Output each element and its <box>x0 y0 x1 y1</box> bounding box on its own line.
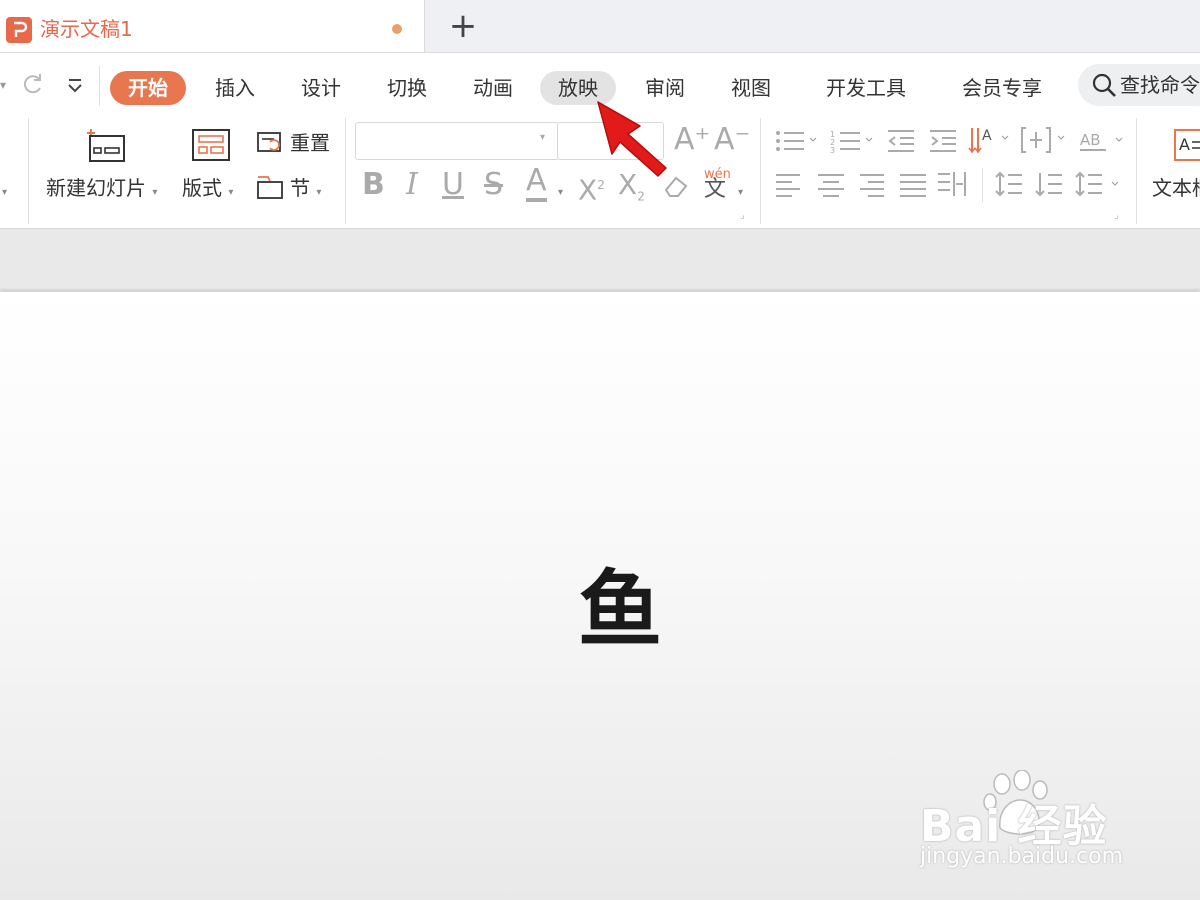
pinyin-guide-button[interactable]: 文 <box>704 178 726 202</box>
italic-icon[interactable]: I <box>406 168 418 202</box>
shrink-font-button[interactable]: A⁻ <box>714 122 750 158</box>
workspace-background <box>0 229 1200 291</box>
decrease-indent-icon[interactable] <box>886 128 916 154</box>
divider <box>28 118 29 224</box>
tab-design[interactable]: 设计 <box>298 71 344 105</box>
svg-text:3: 3 <box>830 146 835 154</box>
align-text-icon[interactable] <box>1020 124 1070 156</box>
divider <box>1136 118 1137 224</box>
chevron-down-icon[interactable]: ▾ <box>558 180 563 199</box>
tab-transitions[interactable]: 切换 <box>384 71 430 105</box>
chevron-down-icon[interactable]: ▾ <box>540 132 545 143</box>
tab-view[interactable]: 视图 <box>728 71 774 105</box>
font-dialog-launcher-icon[interactable]: ⌟ <box>740 210 745 221</box>
justify-icon[interactable] <box>898 172 928 198</box>
increase-indent-icon[interactable] <box>928 128 958 154</box>
chevron-down-icon[interactable]: ▾ <box>738 180 743 199</box>
align-center-icon[interactable] <box>816 172 846 198</box>
tab-animations[interactable]: 动画 <box>470 71 516 105</box>
svg-text:A: A <box>982 128 992 144</box>
svg-text:AB: AB <box>1080 131 1101 149</box>
new-tab-button[interactable]: + <box>440 6 486 48</box>
font-name-field[interactable] <box>355 122 559 160</box>
divider <box>99 66 100 106</box>
strikethrough-icon[interactable]: S <box>484 168 503 202</box>
reset-button[interactable]: 重置 <box>290 130 330 156</box>
divider <box>345 118 346 224</box>
section-button[interactable]: 节 ▾ <box>290 175 321 206</box>
tab-insert[interactable]: 插入 <box>212 71 258 105</box>
chevron-down-icon[interactable]: ▾ <box>0 78 6 92</box>
bullet-list-icon[interactable] <box>774 128 820 154</box>
layout-button[interactable]: 版式 ▾ <box>182 175 233 206</box>
bold-icon[interactable]: B <box>362 168 385 202</box>
presentation-app-icon <box>6 17 32 43</box>
section-icon[interactable] <box>256 174 284 200</box>
text-box-button[interactable]: 文本框 <box>1152 175 1200 201</box>
redo-icon[interactable] <box>18 70 46 98</box>
numbered-list-icon[interactable]: 123 <box>830 128 876 155</box>
search-input[interactable]: 查找命令 <box>1120 72 1200 98</box>
line-spacing-decrease-icon[interactable] <box>1034 170 1064 198</box>
search-icon <box>1090 71 1118 99</box>
align-right-icon[interactable] <box>856 172 886 198</box>
divider <box>760 118 761 224</box>
text-fit-icon[interactable]: AB <box>1078 128 1128 154</box>
align-left-icon[interactable] <box>774 172 804 198</box>
text-box-icon[interactable]: A <box>1172 126 1200 166</box>
reset-icon[interactable] <box>256 130 284 156</box>
layout-icon[interactable] <box>190 126 232 164</box>
paragraph-dialog-launcher-icon[interactable]: ⌟ <box>1114 210 1119 221</box>
slide-text[interactable]: 鱼 <box>560 560 680 660</box>
document-title: 演示文稿1 <box>40 17 133 41</box>
chevron-down-icon[interactable]: ▾ <box>2 180 7 199</box>
tab-home[interactable]: 开始 <box>110 71 186 105</box>
customize-toolbar-icon[interactable] <box>62 72 88 98</box>
new-slide-button[interactable]: 新建幻灯片 ▾ <box>46 175 157 206</box>
line-spacing-increase-icon[interactable] <box>994 170 1024 198</box>
tab-developer[interactable]: 开发工具 <box>822 71 910 105</box>
underline-icon[interactable]: U <box>442 168 464 202</box>
new-slide-icon[interactable] <box>84 126 128 164</box>
tab-membership[interactable]: 会员专享 <box>958 71 1046 105</box>
watermark-url: jingyan.baidu.com <box>920 844 1124 869</box>
distribute-icon[interactable] <box>936 170 968 198</box>
divider <box>982 168 983 202</box>
unsaved-indicator <box>392 24 402 34</box>
line-spacing-icon[interactable] <box>1074 170 1124 198</box>
text-direction-icon[interactable]: A <box>968 124 1014 156</box>
pointer-arrow-icon <box>590 96 680 180</box>
font-color-icon[interactable]: A <box>526 164 547 202</box>
svg-text:A: A <box>1179 135 1190 154</box>
